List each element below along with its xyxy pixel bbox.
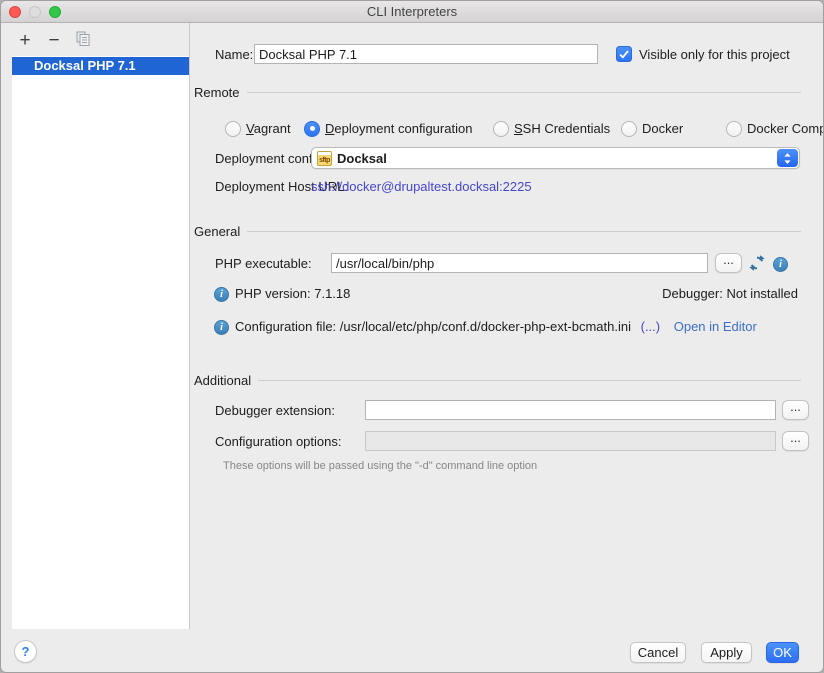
radio-deployment-configuration[interactable]: Deployment configuration xyxy=(304,120,472,137)
remote-section-title: Remote xyxy=(194,85,240,100)
php-executable-browse-button[interactable]: ... xyxy=(715,253,742,273)
title-bar: CLI Interpreters xyxy=(1,1,823,23)
deployment-configuration-value: Docksal xyxy=(337,151,387,166)
name-input[interactable] xyxy=(254,44,598,64)
configuration-options-label: Configuration options: xyxy=(215,434,341,449)
configuration-options-input[interactable] xyxy=(365,431,776,451)
checkmark-icon xyxy=(617,50,631,59)
list-item-docksal-php[interactable]: Docksal PHP 7.1 xyxy=(12,57,189,75)
copy-icon xyxy=(76,30,90,51)
additional-section-title: Additional xyxy=(194,373,251,388)
radio-ssh-credentials[interactable]: SSH Credentials xyxy=(493,120,610,137)
deployment-configuration-select[interactable]: sftp Docksal xyxy=(311,147,800,169)
php-version-text: PHP version: 7.1.18 xyxy=(235,286,350,301)
radio-icon xyxy=(726,121,742,137)
visible-only-label[interactable]: Visible only for this project xyxy=(639,47,790,62)
cancel-button[interactable]: Cancel xyxy=(630,642,686,663)
php-executable-input[interactable] xyxy=(331,253,708,273)
remove-interpreter-button[interactable]: − xyxy=(46,32,62,50)
dialog-content: + − Docksal PHP 7.1 Name: xyxy=(1,23,824,673)
radio-icon xyxy=(493,121,509,137)
interpreter-list: Docksal PHP 7.1 xyxy=(12,56,189,629)
section-rule xyxy=(247,231,801,232)
radio-icon xyxy=(621,121,637,137)
configuration-file-row: Configuration file: /usr/local/etc/php/c… xyxy=(235,319,757,334)
show-phpinfo-icon[interactable]: i xyxy=(773,255,788,272)
radio-docker-compose[interactable]: Docker Compose xyxy=(726,120,824,137)
remote-section-header: Remote xyxy=(194,85,801,100)
debugger-extension-input[interactable] xyxy=(365,400,776,420)
chevron-up-down-icon xyxy=(777,149,798,167)
reload-php-info-icon[interactable] xyxy=(748,254,766,272)
general-section-title: General xyxy=(194,224,240,239)
section-rule xyxy=(258,380,801,381)
config-file-info-icon: i xyxy=(214,318,229,335)
apply-button[interactable]: Apply xyxy=(701,642,752,663)
php-version-info-icon: i xyxy=(214,285,229,302)
general-section-header: General xyxy=(194,224,801,239)
name-label: Name: xyxy=(215,47,253,62)
copy-interpreter-button[interactable] xyxy=(75,31,91,50)
radio-docker[interactable]: Docker xyxy=(621,120,683,137)
interpreter-list-toolbar: + − xyxy=(17,31,91,50)
cli-interpreters-dialog: CLI Interpreters + − Docksal xyxy=(0,0,824,673)
radio-icon xyxy=(225,121,241,137)
debugger-extension-label: Debugger extension: xyxy=(215,403,335,418)
deployment-host-url-value[interactable]: ssh://docker@drupaltest.docksal:2225 xyxy=(311,179,532,194)
php-executable-label: PHP executable: xyxy=(215,256,312,271)
options-hint-text: These options will be passed using the "… xyxy=(223,460,537,472)
radio-selected-icon xyxy=(304,121,320,137)
section-rule xyxy=(247,92,801,93)
window-title: CLI Interpreters xyxy=(1,4,823,19)
configuration-file-text: Configuration file: /usr/local/etc/php/c… xyxy=(235,319,631,334)
sftp-icon: sftp xyxy=(317,151,332,166)
help-button[interactable]: ? xyxy=(14,640,37,663)
debugger-status-text: Debugger: Not installed xyxy=(662,286,798,301)
debugger-extension-browse-button[interactable]: ... xyxy=(782,400,809,420)
radio-vagrant[interactable]: Vagrant xyxy=(225,120,291,137)
open-in-editor-link[interactable]: Open in Editor xyxy=(674,319,757,334)
visible-only-checkbox[interactable] xyxy=(616,46,632,62)
add-interpreter-button[interactable]: + xyxy=(17,32,33,50)
additional-section-header: Additional xyxy=(194,373,801,388)
configuration-file-more-link[interactable]: (...) xyxy=(641,319,661,334)
configuration-options-browse-button[interactable]: ... xyxy=(782,431,809,451)
sidebar-divider xyxy=(189,23,190,629)
ok-button[interactable]: OK xyxy=(766,642,799,663)
